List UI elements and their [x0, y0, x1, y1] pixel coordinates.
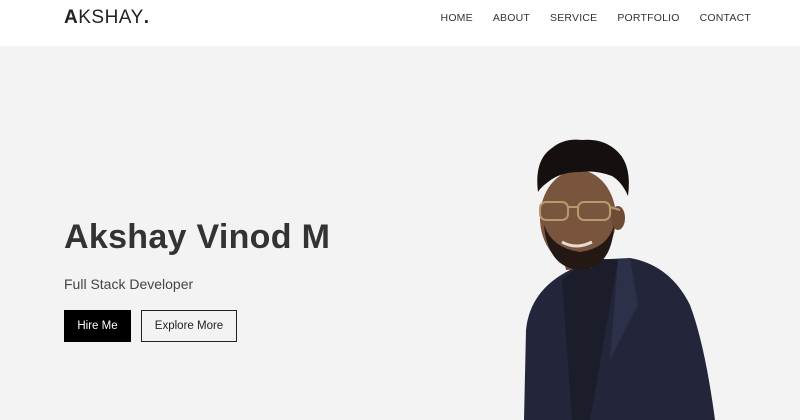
nav-home[interactable]: HOME [441, 12, 473, 24]
nav-service[interactable]: SERVICE [550, 12, 597, 24]
main-nav: HOME ABOUT SERVICE PORTFOLIO CONTACT [441, 12, 751, 24]
logo-initial: A [64, 7, 79, 28]
hero-role: Full Stack Developer [64, 276, 194, 292]
site-header: AKSHAY. HOME ABOUT SERVICE PORTFOLIO CON… [0, 0, 800, 46]
site-logo[interactable]: AKSHAY. [64, 7, 150, 29]
hire-me-button[interactable]: Hire Me [64, 310, 131, 342]
logo-text: KSHAY [78, 7, 144, 28]
nav-contact[interactable]: CONTACT [700, 12, 751, 24]
nav-about[interactable]: ABOUT [493, 12, 530, 24]
profile-photo [524, 139, 715, 420]
logo-dot: . [143, 7, 150, 28]
explore-more-button[interactable]: Explore More [141, 310, 237, 342]
hero-name: Akshay Vinod M [64, 218, 331, 256]
nav-portfolio[interactable]: PORTFOLIO [617, 12, 679, 24]
